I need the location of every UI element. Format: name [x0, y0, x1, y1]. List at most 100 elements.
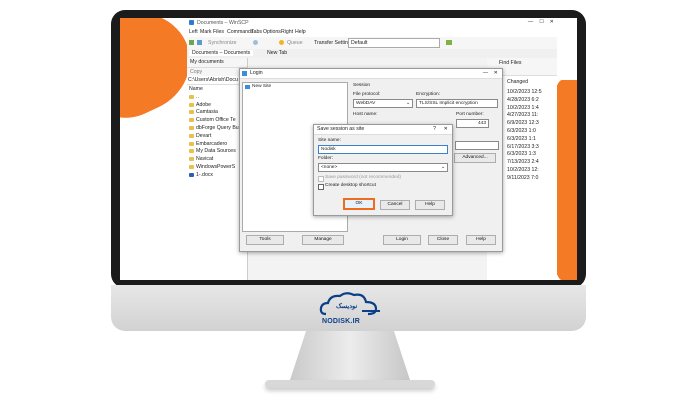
save-session-dialog: Save session as site ? ✕ Site name: Nodi… — [313, 124, 453, 216]
login-minimize-icon[interactable]: — — [483, 69, 488, 78]
folder-label: Folder: — [318, 156, 333, 161]
login-close-icon[interactable]: ✕ — [494, 69, 498, 78]
ok-button[interactable]: OK — [343, 198, 375, 210]
tab-documents[interactable]: Documents – Documents — [189, 50, 254, 56]
list-item[interactable]: 7/13/2023 2:4 — [507, 159, 557, 167]
title-bar: Documents – WinSCP — ☐ ✕ — [187, 18, 557, 28]
folder-icon — [189, 149, 194, 154]
list-item[interactable]: Adobe — [187, 101, 247, 109]
left-column-name[interactable]: Name — [187, 85, 247, 93]
menu-options[interactable]: Options — [263, 29, 281, 35]
list-item[interactable]: 6/3/2023 1:3 — [507, 151, 557, 159]
left-location[interactable]: My documents — [187, 58, 247, 68]
screen: Documents – WinSCP — ☐ ✕ Left Mark Files… — [120, 18, 577, 280]
host-name-label: Host name: — [353, 112, 378, 117]
chevron-down-icon: ⌄ — [405, 101, 410, 106]
left-path: C:\Users\Abrish\Docu — [187, 76, 247, 85]
list-item[interactable]: .. — [187, 93, 247, 101]
monitor-stand — [289, 331, 411, 383]
list-item[interactable]: Devart — [187, 132, 247, 140]
tools-button[interactable]: Tools — [246, 235, 284, 245]
folder-select[interactable]: <none> ⌄ — [318, 163, 448, 172]
save-dialog-close-icon[interactable]: ✕ — [444, 125, 448, 134]
menu-mark[interactable]: Mark — [200, 29, 212, 35]
folder-icon — [189, 157, 194, 162]
site-name-input[interactable]: Nodisk — [318, 145, 448, 154]
menu-right[interactable]: Right — [281, 29, 293, 35]
manage-button[interactable]: Manage — [302, 235, 344, 245]
list-item[interactable]: 6/3/2023 1:0 — [507, 128, 557, 136]
list-item[interactable]: WindowsPowerS — [187, 163, 247, 171]
synchronize-button[interactable]: Synchronize — [208, 40, 237, 46]
document-icon — [189, 172, 194, 177]
list-item[interactable]: 4/27/2023 11: — [507, 112, 557, 120]
create-shortcut-checkbox[interactable] — [318, 184, 324, 190]
list-item[interactable]: 9/11/2023 7:0 — [507, 175, 557, 183]
toolbar-icon-1[interactable] — [189, 40, 194, 45]
list-item[interactable]: My Data Sources — [187, 148, 247, 156]
help-button[interactable]: Help — [415, 200, 445, 210]
save-password-checkbox[interactable] — [318, 176, 324, 182]
list-item[interactable]: Navicat — [187, 155, 247, 163]
new-site-item[interactable]: New Site — [252, 84, 271, 89]
list-item[interactable]: 10/2/2023 12:5 — [507, 89, 557, 97]
menu-help[interactable]: Help — [295, 29, 306, 35]
help-icon[interactable]: ? — [433, 125, 436, 134]
menu-bar: Left Mark Files Commands Tabs Options Ri… — [187, 28, 557, 37]
menu-commands[interactable]: Commands — [227, 29, 254, 35]
copy-button[interactable]: Copy — [187, 68, 247, 76]
list-item[interactable]: 6/17/2023 3:3 — [507, 144, 557, 152]
menu-tabs[interactable]: Tabs — [251, 29, 262, 35]
find-files-button[interactable]: Find Files — [499, 60, 522, 66]
list-item[interactable]: 6/9/2023 12:3 — [507, 120, 557, 128]
folder-icon — [189, 110, 194, 115]
new-site-icon — [245, 85, 250, 89]
winscp-window: Documents – WinSCP — ☐ ✕ Left Mark Files… — [187, 18, 557, 280]
queue-button[interactable]: Queue — [287, 40, 303, 46]
create-shortcut-label: Create desktop shortcut — [325, 183, 376, 188]
port-label: Port number: — [456, 112, 484, 117]
list-item[interactable]: Custom Office Te — [187, 116, 247, 124]
gear-icon[interactable] — [253, 40, 258, 45]
password-input[interactable] — [455, 141, 499, 150]
folder-icon — [189, 102, 194, 107]
tab-new[interactable]: New Tab — [267, 50, 287, 56]
tab-bar: Documents – Documents New Tab — [187, 49, 557, 58]
toolbar-icon-2[interactable] — [197, 40, 202, 45]
list-item[interactable]: dbForge Query Bu — [187, 124, 247, 132]
folder-icon — [189, 94, 194, 99]
menu-left[interactable]: Left — [189, 29, 198, 35]
list-item[interactable]: 10/2/2023 1:4 — [507, 105, 557, 113]
list-item[interactable]: 10/2/2023 12: — [507, 167, 557, 175]
monitor-base — [265, 380, 435, 388]
encryption-label: Encryption: — [416, 92, 440, 97]
port-input[interactable]: 443 — [456, 119, 489, 128]
cancel-button[interactable]: Cancel — [380, 200, 410, 210]
close-icon[interactable]: ✕ — [550, 19, 554, 25]
advanced-button[interactable]: Advanced... — [454, 153, 496, 163]
window-title: Documents – WinSCP — [197, 20, 249, 26]
encryption-select[interactable]: TLS/SSL Implicit encryption — [416, 99, 498, 108]
maximize-icon[interactable]: ☐ — [539, 19, 544, 25]
transfer-settings-select[interactable]: Default — [348, 38, 440, 48]
session-label: Session — [353, 83, 371, 88]
login-icon — [242, 71, 247, 76]
save-dialog-title: Save session as site — [317, 126, 365, 132]
chevron-down-icon: ⌄ — [440, 165, 445, 170]
list-item[interactable]: 1-.docx — [187, 171, 247, 179]
list-item[interactable]: 4/28/2023 6:2 — [507, 97, 557, 105]
list-item[interactable]: Camtasia — [187, 109, 247, 117]
list-item[interactable]: 6/3/2023 1:1 — [507, 136, 557, 144]
file-protocol-select[interactable]: WebDAV ⌄ — [353, 99, 413, 108]
save-password-label: Save password (not recommended) — [325, 175, 401, 180]
menu-files[interactable]: Files — [213, 29, 224, 35]
list-item[interactable]: Embarcadero — [187, 140, 247, 148]
login-title: Login — [250, 70, 263, 76]
plugin-icon[interactable] — [446, 40, 452, 45]
wallpaper-left — [120, 18, 206, 280]
help-button[interactable]: Help — [466, 235, 496, 245]
close-button[interactable]: Close — [428, 235, 458, 245]
folder-icon — [189, 126, 194, 131]
login-button[interactable]: Login — [383, 235, 421, 245]
minimize-icon[interactable]: — — [528, 19, 533, 25]
